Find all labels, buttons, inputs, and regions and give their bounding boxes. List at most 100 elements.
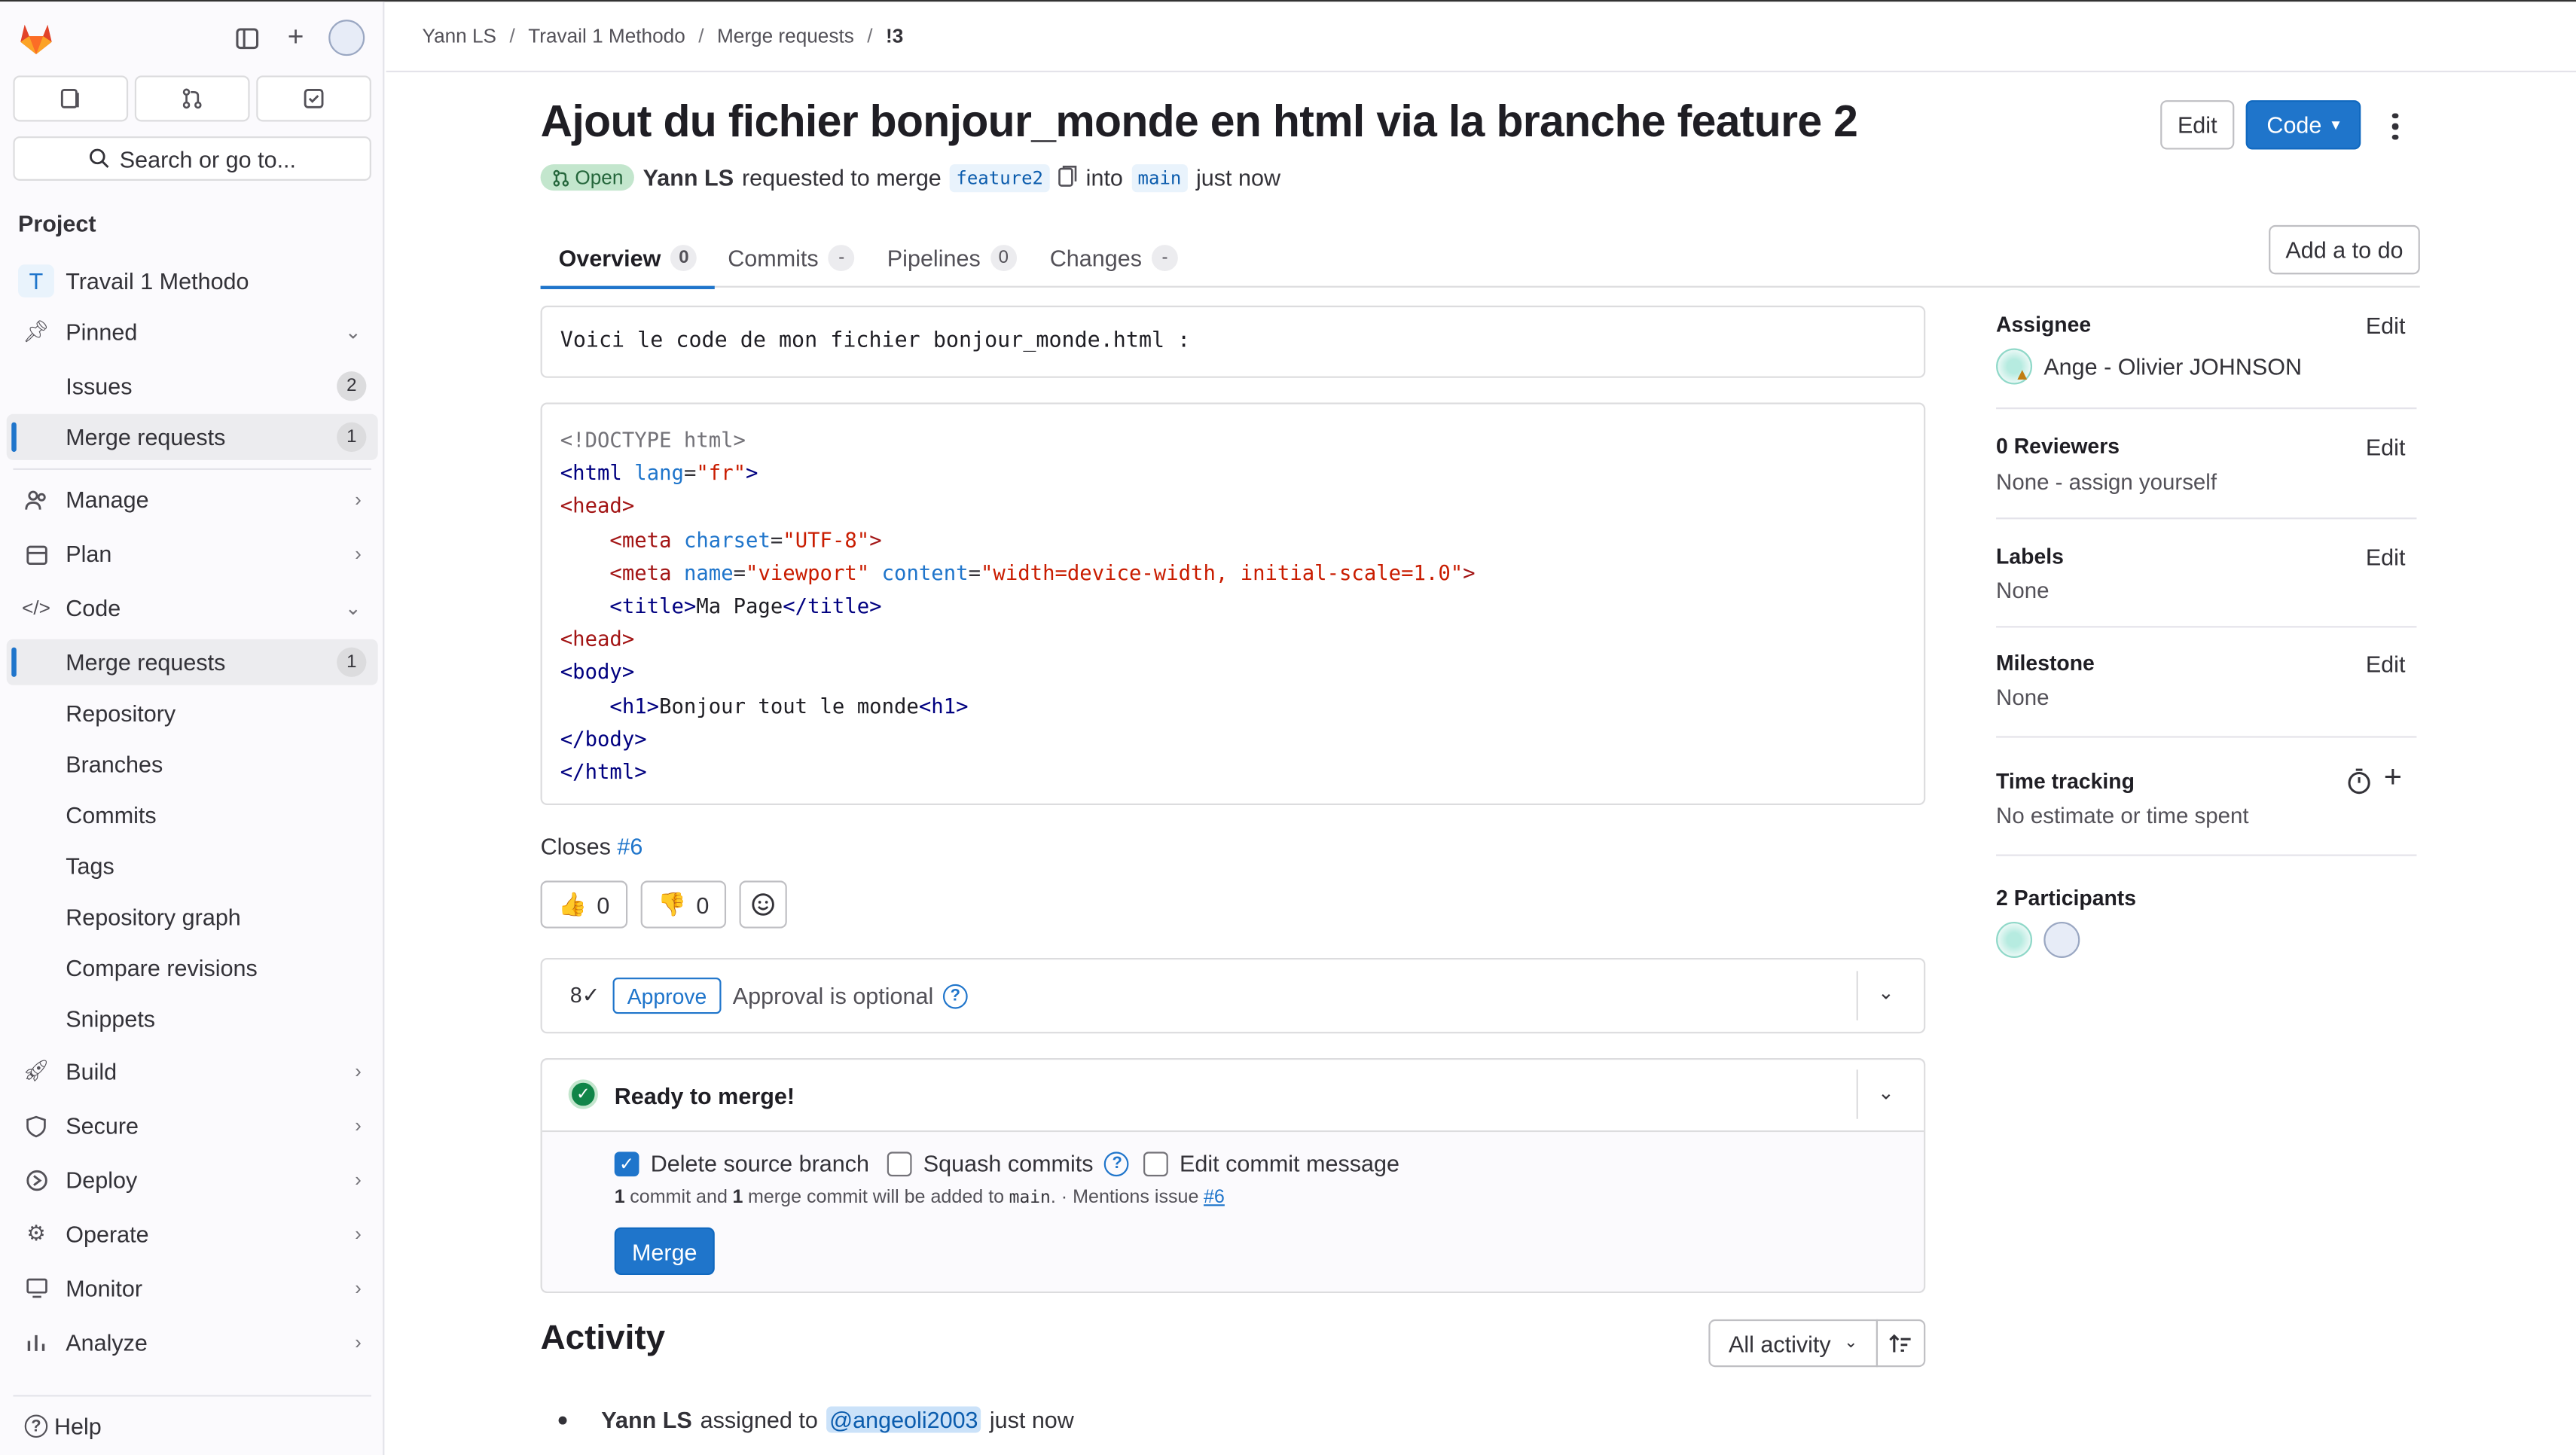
reviewers-edit-link[interactable]: Edit (2366, 434, 2406, 460)
todos-shortcut-button[interactable] (256, 75, 371, 122)
sidebar-item-compare-revisions[interactable]: Compare revisions (7, 944, 378, 990)
gitlab-logo-icon[interactable] (17, 18, 56, 57)
mentioned-issue-link[interactable]: #6 (1204, 1188, 1225, 1207)
search-button[interactable]: Search or go to... (13, 136, 371, 181)
sidebar-divider (1996, 854, 2417, 856)
ready-to-merge-text: Ready to merge! (614, 1082, 795, 1109)
help-button[interactable]: ? Help (7, 1403, 378, 1449)
assignee-user[interactable]: ▲ Ange - Olivier JOHNSON (1996, 348, 2302, 385)
breadcrumb-current[interactable]: !3 (886, 25, 903, 48)
code-line: <body> (560, 659, 635, 685)
breadcrumb-item[interactable]: Merge requests (717, 25, 854, 48)
assignee-edit-link[interactable]: Edit (2366, 313, 2406, 339)
closes-issue-link[interactable]: #6 (617, 833, 642, 859)
tab-changes[interactable]: Changes - (1050, 227, 1178, 288)
squash-checkbox[interactable] (887, 1151, 912, 1176)
sidebar-item-monitor[interactable]: Monitor › (7, 1265, 378, 1311)
squash-option[interactable]: Squash commits ? (887, 1150, 1130, 1176)
breadcrumb-item[interactable]: Yann LS (423, 25, 496, 48)
left-sidebar: + Search or go to... Project T Travail 1… (0, 2, 385, 1455)
target-branch[interactable]: main (1131, 163, 1189, 192)
sort-order-button[interactable] (1876, 1319, 1926, 1368)
delete-source-checkbox[interactable]: ✓ (614, 1151, 639, 1176)
sidebar-item-issues[interactable]: Issues 2 (7, 363, 378, 409)
status-label: Open (575, 166, 624, 189)
chevron-down-icon[interactable]: ⌄ (1878, 1081, 1894, 1105)
code-dropdown-button[interactable]: Code ▾ (2245, 100, 2361, 150)
labels-edit-link[interactable]: Edit (2366, 544, 2406, 570)
thumbs-down-icon: 👎 (658, 890, 687, 917)
participant-avatar[interactable] (1996, 921, 2033, 958)
help-icon[interactable]: ? (1104, 1151, 1130, 1176)
sidebar-item-code[interactable]: </> Code ⌄ (7, 585, 378, 631)
commit-count: 1 (614, 1188, 625, 1208)
monitor-icon (23, 1275, 50, 1301)
sidebar-item-snippets[interactable]: Snippets (7, 996, 378, 1042)
source-branch[interactable]: feature2 (949, 163, 1050, 192)
tab-pipelines[interactable]: Pipelines 0 (887, 227, 1017, 288)
delete-source-option[interactable]: ✓ Delete source branch (614, 1150, 869, 1176)
stopwatch-icon[interactable] (2346, 767, 2373, 804)
merge-requests-shortcut-button[interactable] (134, 75, 250, 122)
participant-avatar[interactable] (2043, 921, 2080, 958)
sidebar-toggle-icon[interactable] (228, 20, 264, 56)
status-badge: Open (540, 164, 635, 191)
sidebar-item-commits[interactable]: Commits (7, 792, 378, 838)
sidebar-item-pinned[interactable]: 📌︎ Pinned ⌄ (7, 309, 378, 355)
user-avatar[interactable] (328, 20, 365, 56)
edit-commit-message-option[interactable]: Edit commit message (1143, 1150, 1399, 1176)
thumbs-down-button[interactable]: 👎 0 (640, 880, 727, 929)
edit-button[interactable]: Edit (2160, 100, 2235, 150)
thumbs-up-button[interactable]: 👍 0 (540, 880, 628, 929)
code-line: <head> (560, 626, 635, 651)
sidebar-item-analyze[interactable]: Analyze › (7, 1319, 378, 1365)
mr-tabs: Overview 0 Commits - Pipelines 0 Changes… (540, 227, 2420, 289)
breadcrumb-item[interactable]: Travail 1 Methodo (528, 25, 685, 48)
copy-icon[interactable] (1058, 163, 1078, 191)
sidebar-item-secure[interactable]: Secure › (7, 1103, 378, 1148)
sidebar-item-plan[interactable]: Plan › (7, 531, 378, 577)
participants-heading: 2 Participants (1996, 885, 2137, 911)
edit-commit-message-checkbox[interactable] (1143, 1151, 1168, 1176)
milestone-edit-link[interactable]: Edit (2366, 651, 2406, 677)
activity-author[interactable]: Yann LS (601, 1407, 691, 1433)
add-reaction-button[interactable] (739, 880, 787, 929)
sidebar-project-link[interactable]: T Travail 1 Methodo (7, 258, 378, 304)
sidebar-item-branches[interactable]: Branches (7, 741, 378, 787)
create-new-icon[interactable]: + (278, 20, 314, 56)
sidebar-item-tags[interactable]: Tags (7, 843, 378, 889)
activity-time: just now (989, 1406, 1074, 1433)
sidebar-item-label: Operate (66, 1221, 149, 1247)
issues-shortcut-button[interactable] (13, 75, 129, 122)
reviewers-value[interactable]: None - assign yourself (1996, 470, 2217, 495)
sidebar-item-merge-requests-pinned[interactable]: Merge requests 1 (6, 413, 378, 460)
help-icon[interactable]: ? (942, 984, 968, 1009)
sidebar-item-label: Deploy (66, 1167, 138, 1193)
sidebar-item-manage[interactable]: Manage › (7, 477, 378, 523)
sidebar-item-label: Tags (66, 853, 114, 880)
chevron-down-icon: ⌄ (344, 320, 362, 343)
chevron-down-icon[interactable]: ⌄ (1878, 981, 1894, 1004)
users-icon (23, 487, 50, 513)
add-time-icon[interactable]: + (2384, 761, 2402, 797)
sidebar-item-build[interactable]: 🚀︎ Build › (7, 1048, 378, 1094)
tab-overview[interactable]: Overview 0 (540, 227, 716, 289)
merge-button[interactable]: Merge (614, 1227, 715, 1276)
chevron-down-icon: ⌄ (1844, 1334, 1858, 1353)
tab-commits[interactable]: Commits - (728, 227, 855, 288)
sidebar-item-label: Code (66, 594, 121, 621)
tab-count: 0 (670, 243, 697, 270)
sidebar-item-deploy[interactable]: Deploy › (7, 1157, 378, 1203)
author-name[interactable]: Yann LS (643, 164, 734, 191)
sidebar-item-repository-graph[interactable]: Repository graph (7, 894, 378, 940)
sidebar-item-operate[interactable]: ⚙ Operate › (7, 1211, 378, 1257)
sidebar-item-repository[interactable]: Repository (7, 690, 378, 736)
code-line: </body> (560, 725, 647, 751)
user-mention[interactable]: @angeoli2003 (826, 1406, 981, 1433)
more-actions-icon[interactable] (2382, 108, 2409, 145)
activity-filter-dropdown[interactable]: All activity ⌄ (1708, 1319, 1879, 1368)
sidebar-item-merge-requests[interactable]: Merge requests 1 (6, 639, 378, 685)
sidebar-item-label: Monitor (66, 1275, 143, 1301)
labels-heading: Labels (1996, 544, 2064, 569)
approve-button[interactable]: Approve (612, 978, 722, 1014)
